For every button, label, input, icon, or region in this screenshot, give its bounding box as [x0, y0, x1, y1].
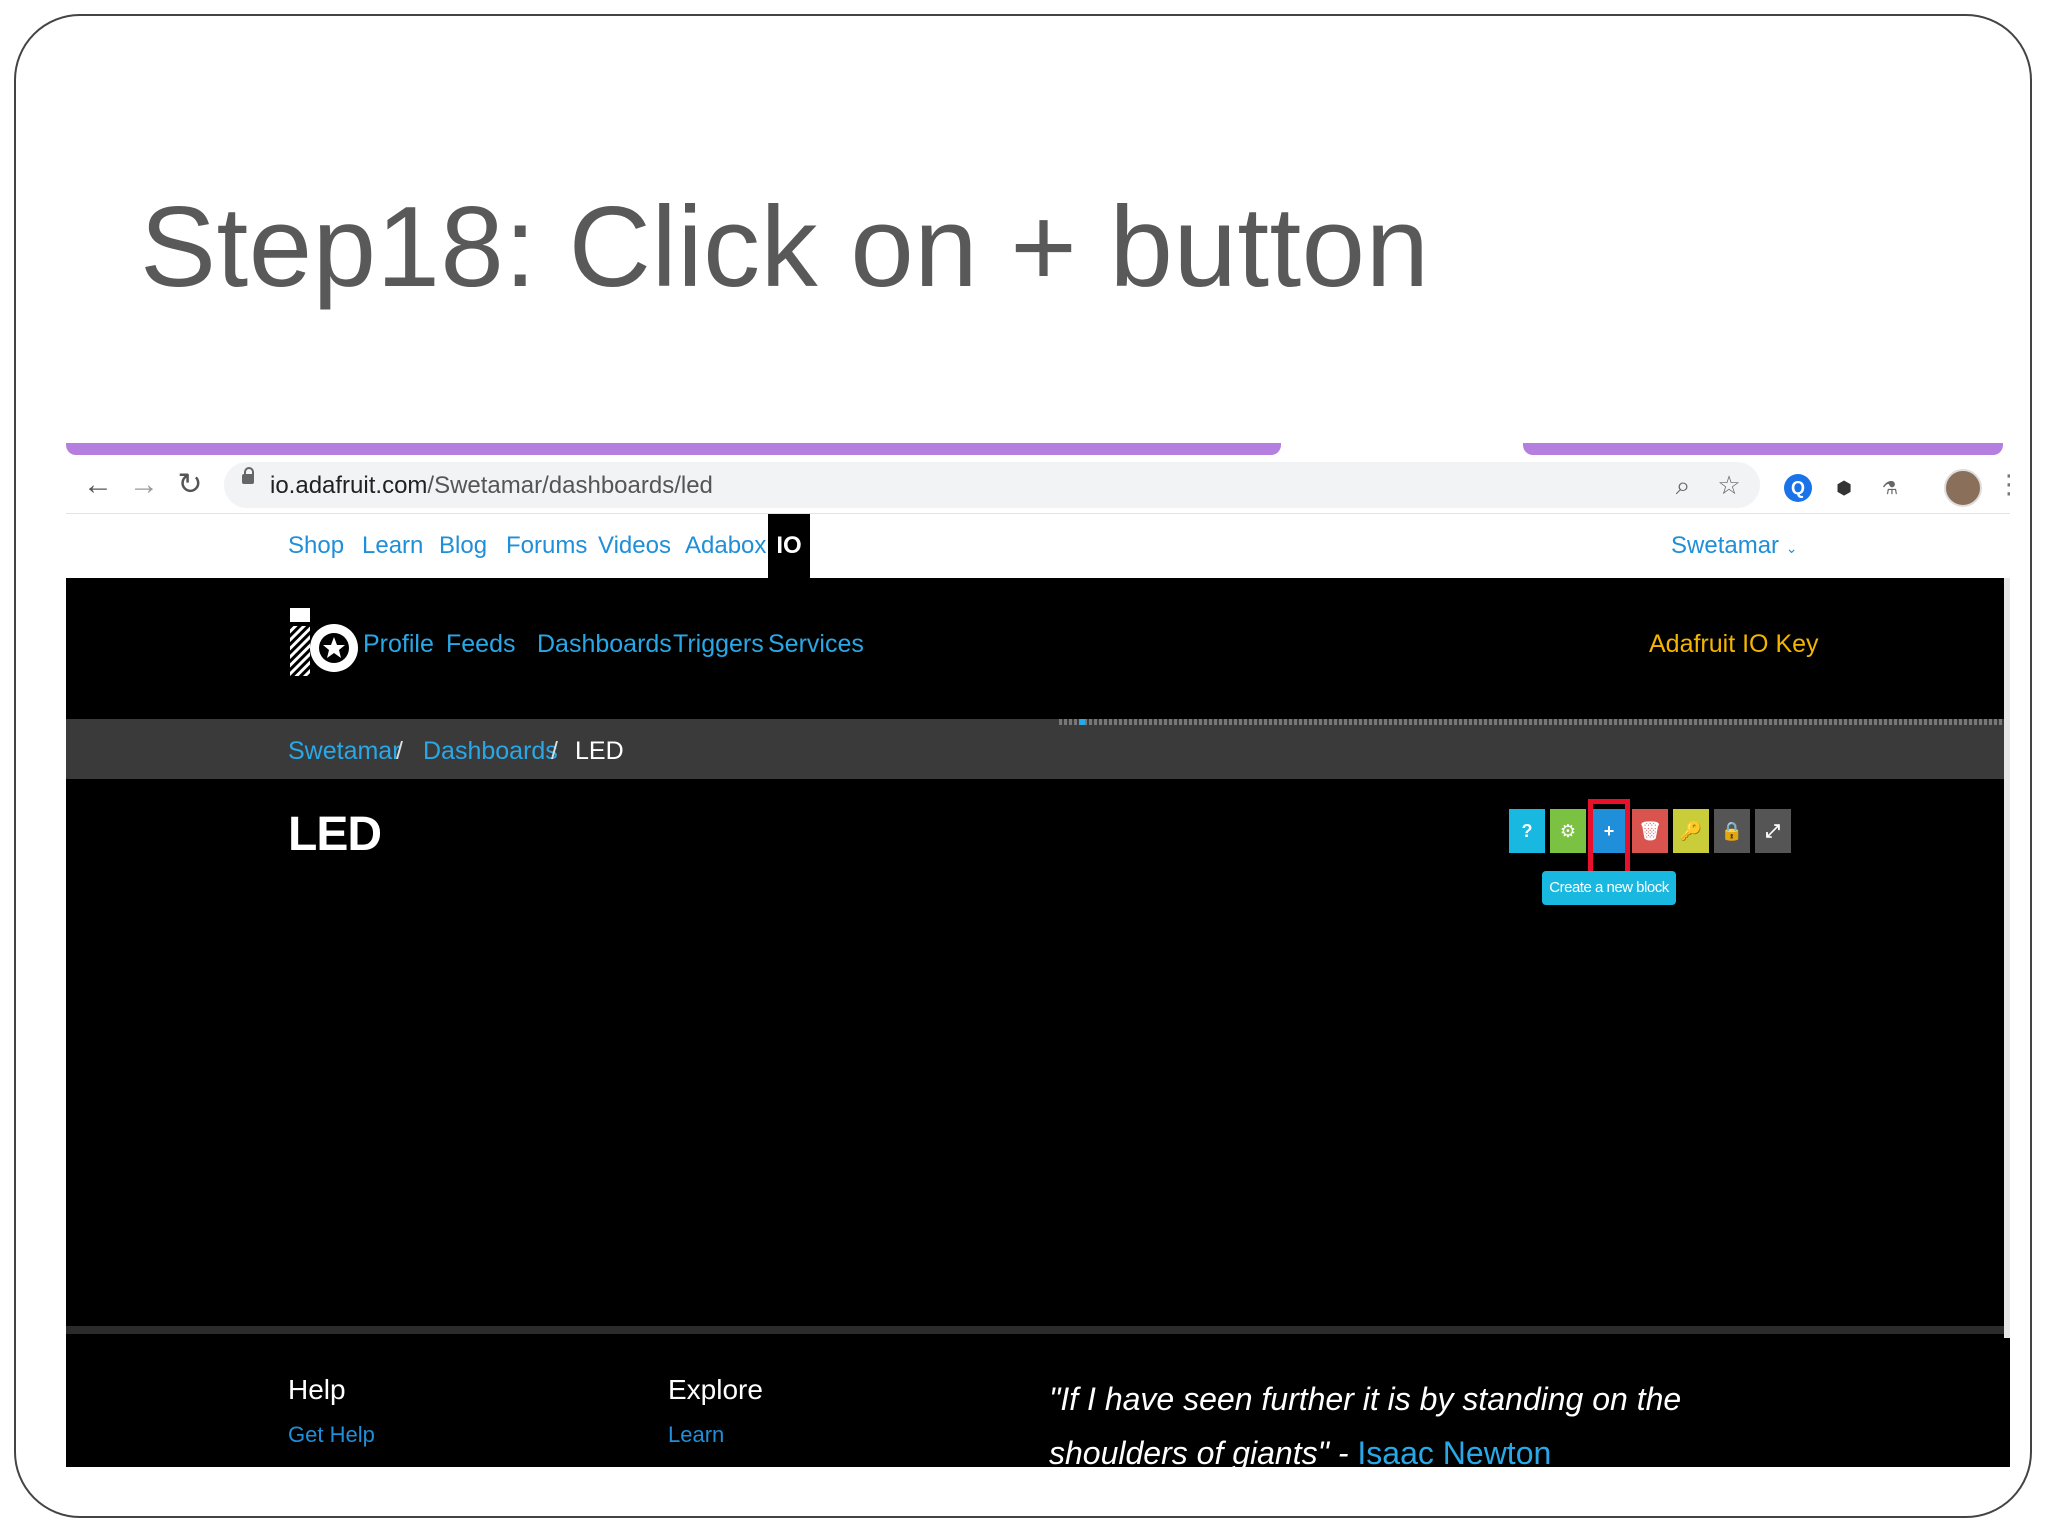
- io-nav-profile[interactable]: Profile: [363, 630, 434, 659]
- breadcrumb-user[interactable]: Swetamar: [288, 737, 401, 766]
- lock-icon: [242, 467, 254, 484]
- io-nav-dashboards[interactable]: Dashboards: [537, 630, 672, 659]
- browser-screenshot: ← → ↻ io.adafruit.com/Swetamar/dashboard…: [66, 441, 2010, 1467]
- nav-io-tab[interactable]: IO: [768, 514, 810, 578]
- dashboard-area: LED ? ⚙ + 🗑 🔑 🔒 ⤢ Create a new block: [66, 779, 2010, 1319]
- address-bar[interactable]: io.adafruit.com/Swetamar/dashboards/led …: [224, 462, 1760, 508]
- help-button[interactable]: ?: [1509, 809, 1545, 853]
- breadcrumb-separator: /: [396, 737, 403, 765]
- star-icon[interactable]: ☆: [1714, 470, 1744, 500]
- slide-title: Step18: Click on + button: [140, 184, 1430, 311]
- nav-shop[interactable]: Shop: [288, 532, 344, 560]
- io-logo-icon[interactable]: [288, 606, 360, 678]
- loading-progress-bar: [1059, 719, 2010, 725]
- footer-quote: "If I have seen further it is by standin…: [1049, 1372, 1809, 1467]
- back-icon[interactable]: ←: [80, 467, 116, 503]
- loading-progress-fill: [1079, 719, 1085, 725]
- url-domain: io.adafruit.com: [270, 472, 428, 499]
- address-bar-row: ← → ↻ io.adafruit.com/Swetamar/dashboard…: [66, 457, 2010, 514]
- fullscreen-button[interactable]: ⤢: [1755, 809, 1791, 853]
- breadcrumb-dashboards[interactable]: Dashboards: [423, 737, 558, 766]
- browser-tabstrip: [66, 441, 2010, 457]
- io-nav: Profile Feeds Dashboards Triggers Servic…: [66, 578, 2010, 719]
- breadcrumb: Swetamar / Dashboards / LED: [66, 719, 2010, 779]
- key-button[interactable]: 🔑: [1673, 809, 1709, 853]
- breadcrumb-current: LED: [575, 737, 624, 765]
- slide-frame: Step18: Click on + button ← → ↻ io.adafr…: [14, 14, 2032, 1518]
- adafruit-io-key-link[interactable]: Adafruit IO Key: [1649, 630, 1819, 659]
- nav-learn[interactable]: Learn: [362, 532, 423, 560]
- footer: Help Get Help Explore Learn "If I have s…: [66, 1334, 2010, 1467]
- lock-button[interactable]: 🔒: [1714, 809, 1750, 853]
- footer-help-heading: Help: [288, 1374, 346, 1405]
- nav-videos[interactable]: Videos: [598, 532, 671, 560]
- io-nav-triggers[interactable]: Triggers: [673, 630, 764, 659]
- url-path: /Swetamar/dashboards/led: [427, 472, 713, 499]
- io-nav-services[interactable]: Services: [768, 630, 864, 659]
- forward-icon[interactable]: →: [126, 467, 162, 503]
- page-scrollbar[interactable]: [2004, 578, 2010, 1338]
- footer-explore-heading: Explore: [668, 1374, 763, 1405]
- url-text: io.adafruit.com/Swetamar/dashboards/led: [270, 472, 713, 500]
- breadcrumb-separator: /: [551, 737, 558, 765]
- zoom-icon[interactable]: ⌕: [1668, 470, 1698, 500]
- user-menu[interactable]: Swetamar ⌄: [1671, 532, 1797, 560]
- nav-adabox[interactable]: Adabox: [685, 532, 766, 560]
- nav-forums[interactable]: Forums: [506, 532, 587, 560]
- profile-avatar[interactable]: [1944, 469, 1982, 507]
- chevron-down-icon: ⌄: [1785, 540, 1798, 556]
- user-name: Swetamar: [1671, 532, 1780, 559]
- create-block-tooltip: Create a new block: [1542, 871, 1676, 905]
- nav-blog[interactable]: Blog: [439, 532, 487, 560]
- footer-divider: [66, 1326, 2010, 1334]
- footer-quote-author[interactable]: Isaac Newton: [1357, 1435, 1551, 1467]
- tab-strip-bar: [66, 443, 1281, 455]
- page-title: LED: [288, 808, 382, 861]
- reload-icon[interactable]: ↻: [172, 467, 208, 503]
- io-nav-feeds[interactable]: Feeds: [446, 630, 515, 659]
- footer-learn-link[interactable]: Learn: [668, 1422, 724, 1448]
- extension-flask-icon[interactable]: ⚗: [1876, 474, 1904, 502]
- extension-cube-icon[interactable]: ⬢: [1830, 474, 1858, 502]
- menu-icon[interactable]: ⋮: [1996, 469, 2010, 500]
- adafruit-top-nav: Shop Learn Blog Forums Videos Adabox IO …: [66, 514, 2010, 578]
- delete-button[interactable]: 🗑: [1632, 809, 1668, 853]
- settings-button[interactable]: ⚙: [1550, 809, 1586, 853]
- extension-q-icon[interactable]: Q: [1784, 474, 1812, 502]
- tab-strip-bar: [1523, 443, 2003, 455]
- footer-get-help-link[interactable]: Get Help: [288, 1422, 375, 1448]
